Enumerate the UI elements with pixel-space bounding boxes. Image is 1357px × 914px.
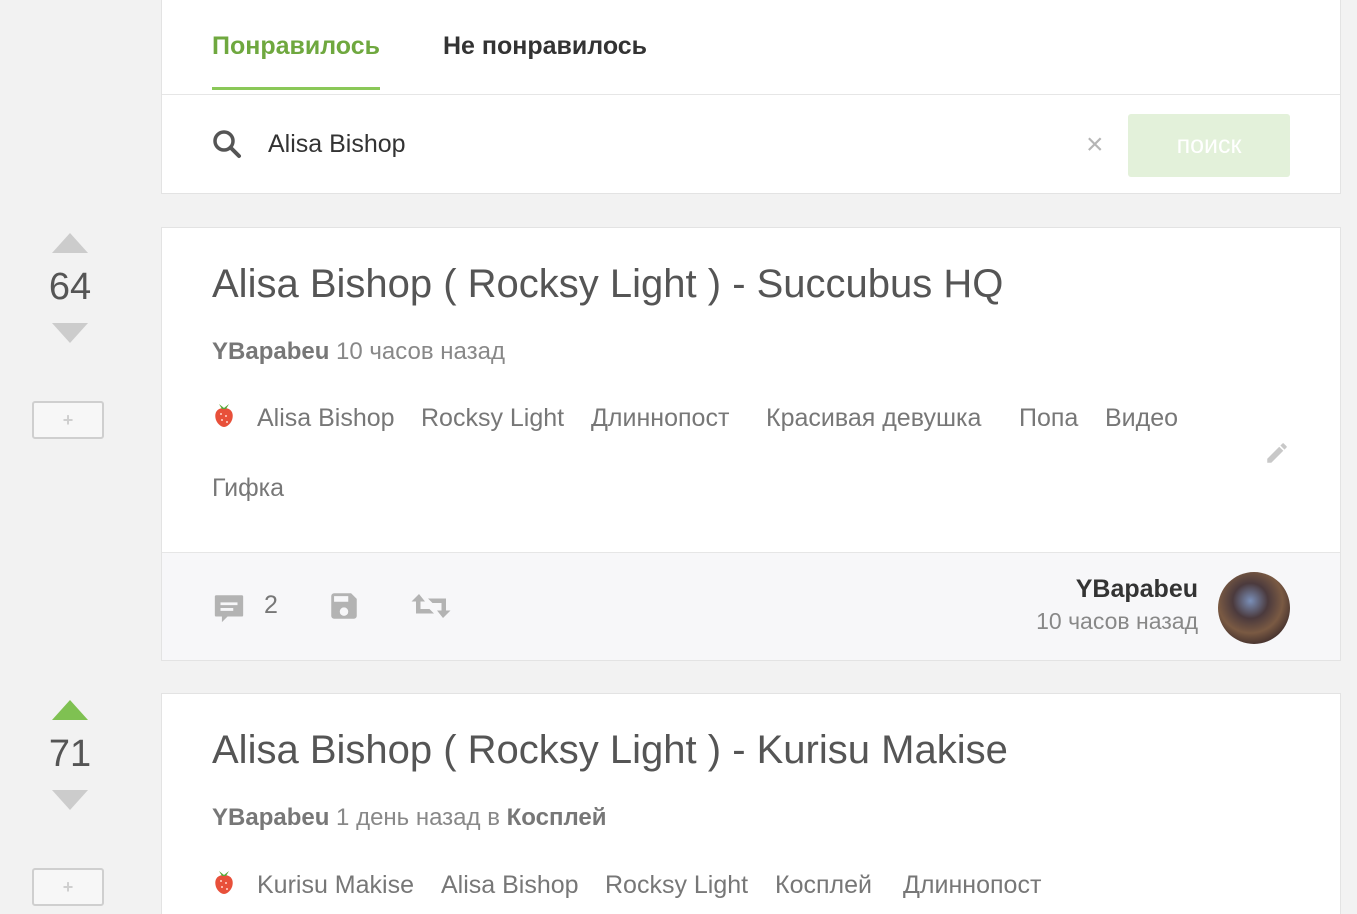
tab-liked[interactable]: Понравилось xyxy=(212,32,381,90)
post-time: 10 часов назад xyxy=(336,338,505,365)
search-input[interactable] xyxy=(268,121,1068,167)
tabs-row: Понравилось Не понравилось xyxy=(162,0,1340,95)
post-time: 1 день назад в xyxy=(336,804,500,831)
community-link[interactable]: Косплей xyxy=(507,804,607,831)
tag[interactable]: Длиннопост xyxy=(903,871,1041,900)
tag[interactable]: Alisa Bishop xyxy=(441,871,579,900)
vote-up-icon[interactable] xyxy=(52,700,88,720)
comment-icon[interactable] xyxy=(212,591,246,625)
save-icon[interactable] xyxy=(327,589,361,623)
vote-up-icon[interactable] xyxy=(52,233,88,253)
post-meta: YBapabeu 1 день назад в Косплей xyxy=(212,804,607,832)
strawberry-icon xyxy=(215,404,233,427)
pencil-icon[interactable] xyxy=(1264,440,1290,466)
vote-down-icon[interactable] xyxy=(52,790,88,810)
post-footer: 2 YBapabeu 10 часов назад xyxy=(162,552,1340,660)
search-row: × поиск xyxy=(162,95,1340,193)
search-icon xyxy=(213,130,241,158)
search-button[interactable]: поиск xyxy=(1128,114,1290,177)
vote-block: 64 + xyxy=(30,233,110,439)
rating-count: 64 xyxy=(48,266,92,308)
tags-list: Alisa Bishop Rocksy Light Длиннопост Кра… xyxy=(212,402,1212,522)
post-card: Alisa Bishop ( Rocksy Light ) - Succubus… xyxy=(161,227,1341,661)
filter-panel: Понравилось Не понравилось × поиск xyxy=(161,0,1341,194)
tag[interactable]: Гифка xyxy=(212,474,284,503)
tag[interactable]: Rocksy Light xyxy=(421,404,564,433)
vote-down-icon[interactable] xyxy=(52,323,88,343)
post-title[interactable]: Alisa Bishop ( Rocksy Light ) - Kurisu M… xyxy=(212,728,1008,773)
tag[interactable]: Rocksy Light xyxy=(605,871,748,900)
tab-disliked[interactable]: Не понравилось xyxy=(443,32,647,61)
vote-block: 71 + xyxy=(30,700,110,906)
footer-author-link[interactable]: YBapabeu xyxy=(1076,575,1198,604)
tag[interactable]: Косплей xyxy=(775,871,872,900)
tag[interactable]: Alisa Bishop xyxy=(257,404,395,433)
close-icon[interactable]: × xyxy=(1086,125,1104,165)
post-card: Alisa Bishop ( Rocksy Light ) - Kurisu M… xyxy=(161,693,1341,914)
repost-icon[interactable] xyxy=(410,591,452,621)
avatar[interactable] xyxy=(1218,572,1290,644)
tag[interactable]: Видео xyxy=(1105,404,1178,433)
tag[interactable]: Попа xyxy=(1019,404,1078,433)
post-author-link[interactable]: YBapabeu xyxy=(212,804,329,831)
footer-time: 10 часов назад xyxy=(1036,608,1198,634)
strawberry-icon xyxy=(215,871,233,894)
tag[interactable]: Красивая девушка xyxy=(766,404,981,433)
comments-count[interactable]: 2 xyxy=(264,591,278,620)
post-meta: YBapabeu 10 часов назад xyxy=(212,338,505,366)
tag[interactable]: Длиннопост xyxy=(591,404,729,433)
save-plus-button[interactable]: + xyxy=(32,868,104,906)
rating-count: 71 xyxy=(48,733,92,775)
tag[interactable]: Kurisu Makise xyxy=(257,871,414,900)
save-plus-button[interactable]: + xyxy=(32,401,104,439)
post-author-link[interactable]: YBapabeu xyxy=(212,338,329,365)
post-title[interactable]: Alisa Bishop ( Rocksy Light ) - Succubus… xyxy=(212,262,1003,307)
tags-list: Kurisu Makise Alisa Bishop Rocksy Light … xyxy=(212,869,1212,909)
